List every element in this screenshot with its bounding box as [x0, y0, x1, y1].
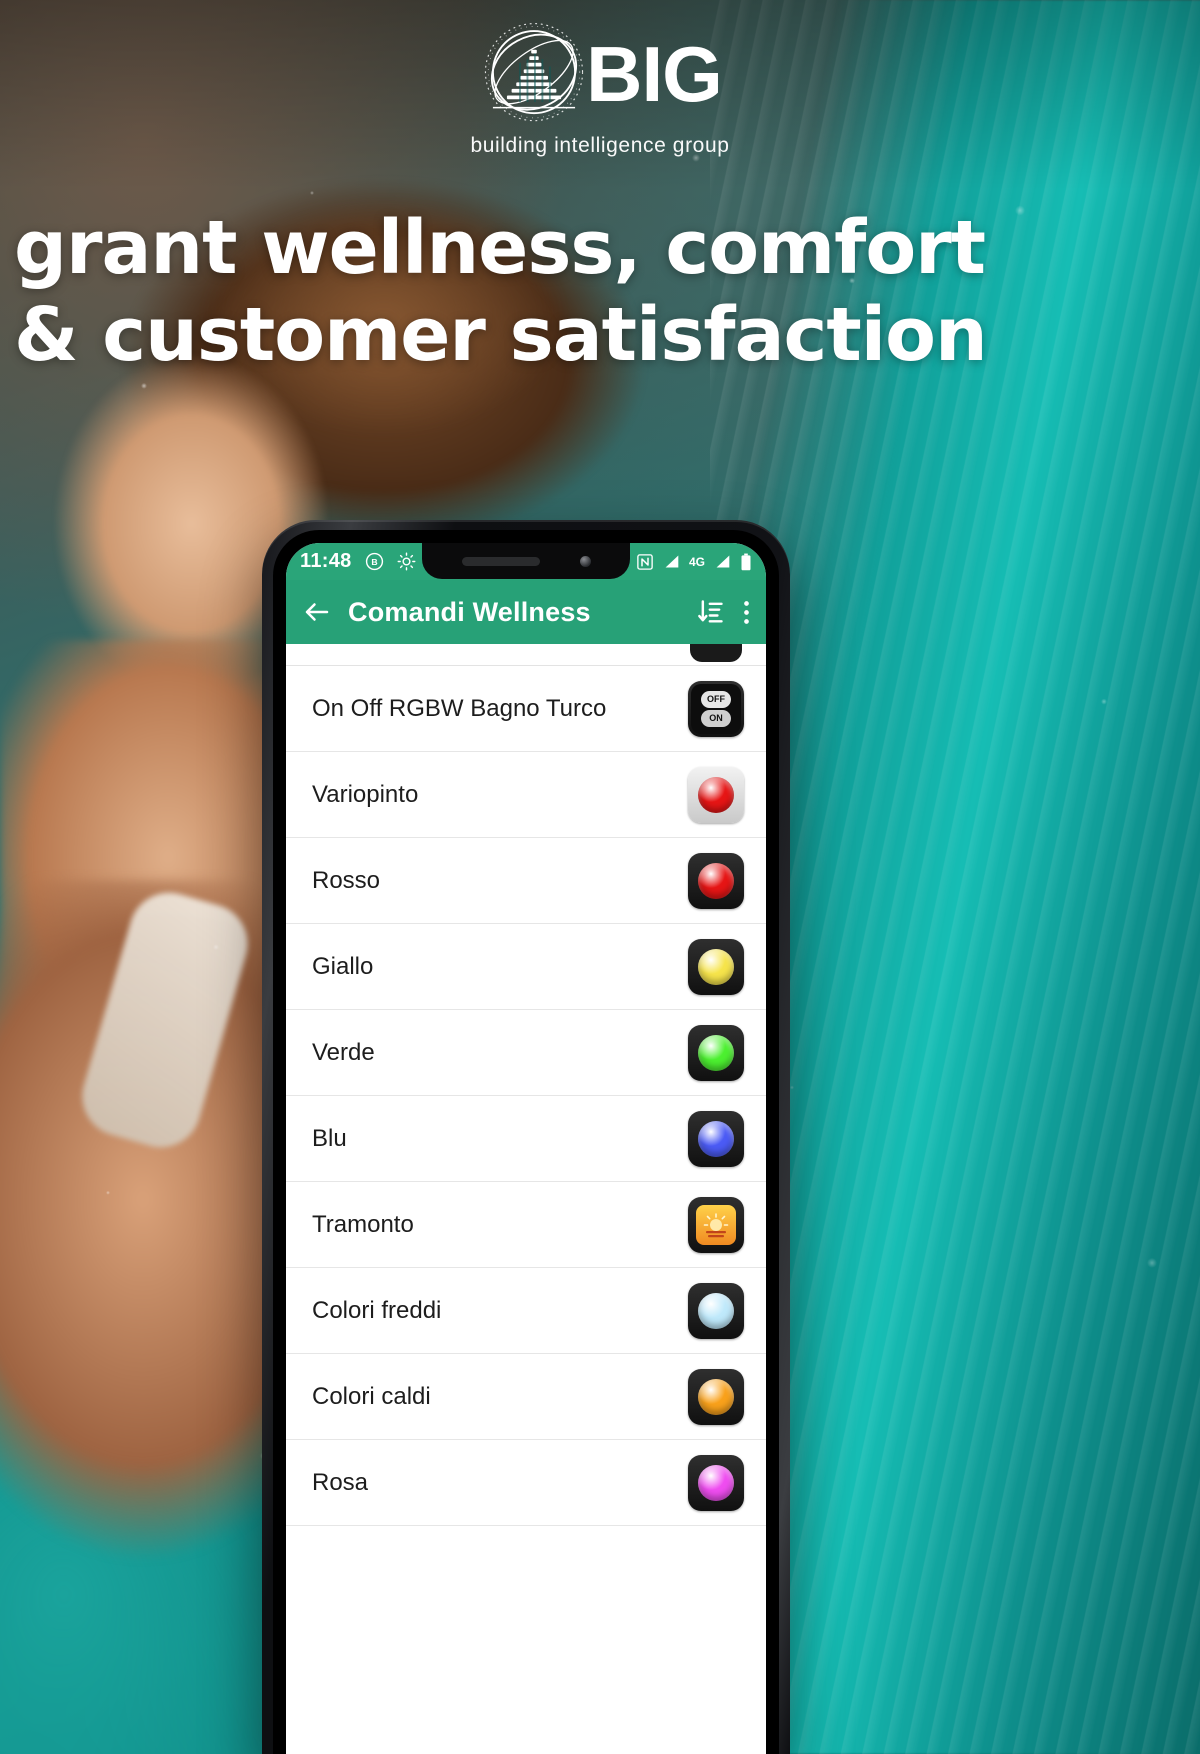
nfc-icon	[637, 553, 653, 570]
command-list[interactable]: On Off RGBW Bagno Turco OFF ON Variopinto Ro…	[286, 644, 766, 1526]
brand-logo: BIG building intelligence group	[0, 18, 1200, 158]
sun-glyph	[696, 1204, 736, 1245]
app-bar: Comandi Wellness	[286, 580, 766, 644]
list-item[interactable]: Colori freddi	[286, 1268, 766, 1354]
color-dot	[698, 1292, 734, 1329]
list-item[interactable]: Rosa	[286, 1440, 766, 1526]
brand-tagline: building intelligence group	[470, 134, 730, 157]
headline-line-1: grant wellness, comfort	[14, 205, 986, 291]
phone-mockup: 11:48 B 4G Comandi Wellness On Off RGBW …	[262, 520, 790, 1754]
sunset-icon[interactable]	[688, 1196, 744, 1253]
color-dot-icon[interactable]	[688, 1454, 744, 1511]
list-partial-row	[286, 644, 766, 666]
signal-icon	[665, 555, 679, 568]
list-item-label: On Off RGBW Bagno Turco	[312, 694, 607, 722]
color-dot-icon[interactable]	[688, 766, 744, 823]
battery-icon	[741, 553, 751, 570]
list-item-label: Colori caldi	[312, 1382, 431, 1410]
headline-line-2: & customer satisfaction	[14, 292, 988, 379]
color-tile[interactable]	[688, 1110, 744, 1167]
off-label: OFF	[701, 690, 731, 708]
color-dot-icon[interactable]	[688, 852, 744, 909]
list-item-label: Verde	[312, 1038, 375, 1066]
front-camera	[579, 555, 591, 567]
color-dot	[698, 1464, 734, 1501]
color-dot	[698, 1378, 734, 1415]
onoff-switch-icon[interactable]: OFF ON	[688, 680, 744, 737]
list-item[interactable]: Variopinto	[286, 752, 766, 838]
list-item-label: Colori freddi	[312, 1296, 442, 1324]
big-globe-building-icon	[485, 23, 584, 122]
color-tile[interactable]	[688, 852, 744, 909]
color-tile[interactable]	[688, 1282, 744, 1339]
svg-text:B: B	[371, 557, 377, 567]
color-tile[interactable]	[688, 1454, 744, 1511]
earpiece-speaker	[461, 556, 540, 566]
list-item[interactable]: Colori caldi	[286, 1354, 766, 1440]
list-item-label: Rosso	[312, 866, 381, 894]
phone-bezel: 11:48 B 4G Comandi Wellness On Off RGBW …	[273, 530, 779, 1754]
sunset-tile[interactable]	[688, 1196, 744, 1253]
list-item-label: Blu	[312, 1124, 347, 1152]
page-headline: grant wellness, comfort & customer satis…	[14, 205, 988, 380]
list-item[interactable]: Giallo	[286, 924, 766, 1010]
sort-descending-icon[interactable]	[697, 598, 725, 626]
page-title: Comandi Wellness	[348, 596, 591, 627]
network-label: 4G	[688, 554, 705, 569]
list-item-label: Giallo	[312, 952, 374, 980]
phone-notch	[422, 543, 630, 579]
on-label: ON	[701, 709, 731, 727]
color-dot	[698, 862, 734, 899]
list-item[interactable]: Rosso	[286, 838, 766, 924]
list-item-label: Variopinto	[312, 780, 419, 808]
list-item[interactable]: Verde	[286, 1010, 766, 1096]
list-item-label: Rosa	[312, 1468, 369, 1496]
color-dot-icon[interactable]	[688, 1110, 744, 1167]
onoff-switch[interactable]: OFF ON	[691, 683, 741, 734]
back-arrow-icon[interactable]	[302, 597, 332, 627]
color-dot-icon[interactable]	[688, 1024, 744, 1081]
signal-icon-2	[716, 555, 730, 568]
status-time: 11:48	[300, 550, 352, 572]
phone-screen: 11:48 B 4G Comandi Wellness On Off RGBW …	[286, 543, 766, 1754]
onoff-tile[interactable]: OFF ON	[688, 680, 744, 737]
list-item-label: Tramonto	[312, 1210, 414, 1238]
brand-name: BIG	[586, 30, 723, 118]
partial-row-icon	[690, 644, 742, 662]
list-item[interactable]: On Off RGBW Bagno Turco OFF ON	[286, 666, 766, 752]
color-tile[interactable]	[688, 938, 744, 995]
color-tile[interactable]	[688, 1368, 744, 1425]
b-circle-icon: B	[365, 552, 383, 571]
color-dot-icon[interactable]	[688, 938, 744, 995]
color-dot	[698, 1034, 734, 1071]
list-item[interactable]: Blu	[286, 1096, 766, 1182]
color-dot	[698, 1120, 734, 1157]
more-vertical-icon[interactable]	[743, 599, 750, 626]
list-item[interactable]: Tramonto	[286, 1182, 766, 1268]
color-dot	[698, 948, 734, 985]
brightness-icon	[397, 552, 416, 571]
color-tile[interactable]	[688, 1024, 744, 1081]
color-dot-icon[interactable]	[688, 1368, 744, 1425]
color-dot-icon[interactable]	[688, 1282, 744, 1339]
color-dot	[698, 776, 734, 813]
color-tile[interactable]	[688, 766, 744, 823]
